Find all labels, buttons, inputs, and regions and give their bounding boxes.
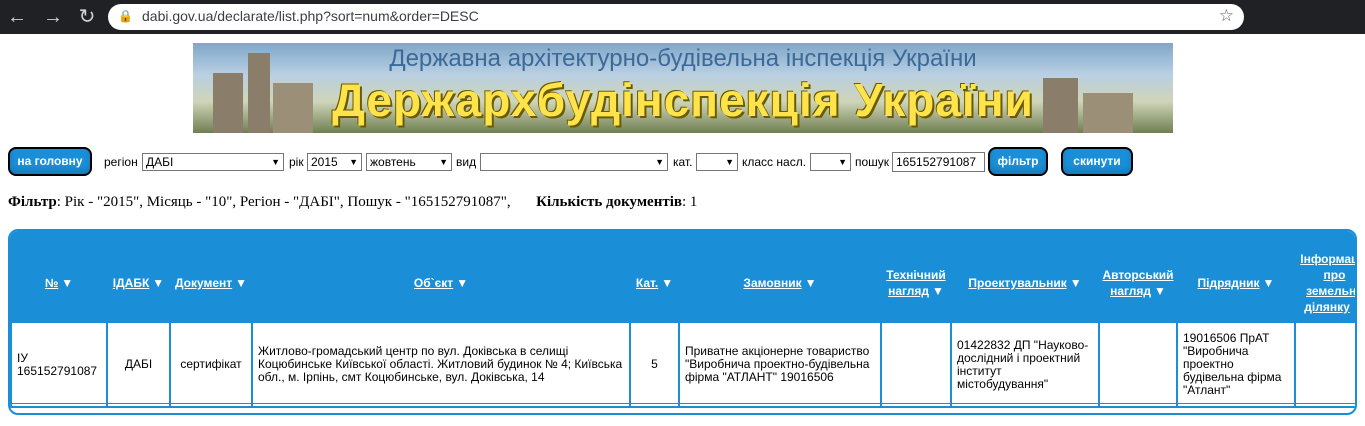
sort-arrow-icon: ▼ — [1353, 300, 1355, 314]
column-header-idabk[interactable]: ІДАБК ▼ — [108, 245, 169, 321]
table-cell-technical-supervision — [882, 323, 950, 406]
region-label: регіон — [104, 155, 138, 169]
declarations-table: № ▼ ІДАБК ▼ Документ ▼ Об`єкт ▼ Кат. ▼ Замовн… — [8, 229, 1357, 415]
browser-toolbar: ← → ↻ 🔒 dabi.gov.ua/declarate/list.php?s… — [0, 0, 1365, 34]
sort-arrow-icon: ▼ — [804, 276, 817, 290]
sort-arrow-icon: ▼ — [152, 276, 165, 290]
table-cell-customer: Приватне акціонерне товариство "Виробнич… — [680, 323, 880, 406]
filter-summary-label: Фільтр — [8, 194, 57, 210]
table-cell-designer: 01422832 ДП "Науково-дослідний і проектн… — [952, 323, 1098, 406]
sort-arrow-icon: ▼ — [1069, 276, 1082, 290]
document-count-label: Кількість документів — [536, 194, 682, 210]
column-header-object[interactable]: Об`єкт ▼ — [253, 245, 629, 321]
table-cell-object: Житлово-громадський центр по вул. Доківс… — [253, 323, 629, 406]
year-label: рік — [289, 155, 304, 169]
column-header-land-info[interactable]: Інформація про земельну ділянку▼ — [1296, 245, 1355, 321]
sort-arrow-icon: ▼ — [1153, 284, 1166, 298]
filter-summary: Фільтр: Рік - "2015", Місяць - "10", Рег… — [8, 194, 697, 211]
url-text: dabi.gov.ua/declarate/list.php?sort=num&… — [142, 8, 479, 24]
class-select[interactable]: ▼ — [810, 153, 851, 171]
document-count-value: : 1 — [681, 194, 698, 210]
forward-icon[interactable]: → — [42, 6, 64, 28]
site-banner: Державна архітектурно-будівельна інспекц… — [193, 43, 1173, 133]
bookmark-star-icon[interactable]: ☆ — [1219, 6, 1234, 26]
sort-arrow-icon: ▼ — [931, 284, 944, 298]
category-label: кат. — [673, 155, 693, 169]
sort-arrow-icon: ▼ — [456, 276, 469, 290]
column-header-contractor[interactable]: Підрядник ▼ — [1178, 245, 1294, 321]
table-cell-document: сертифікат — [171, 323, 251, 406]
table-cell-number: ІУ 165152791087 — [12, 323, 106, 406]
table-cell-contractor: 19016506 ПрАТ "Виробнича проектно будіве… — [1178, 323, 1294, 406]
table-cell-author-supervision — [1100, 323, 1176, 406]
table-cell-category: 5 — [631, 323, 678, 406]
table-grid: № ▼ ІДАБК ▼ Документ ▼ Об`єкт ▼ Кат. ▼ Замовн… — [10, 245, 1355, 408]
search-input[interactable]: 165152791087 — [892, 152, 985, 172]
back-icon[interactable]: ← — [6, 6, 28, 28]
sort-arrow-icon: ▼ — [1262, 276, 1275, 290]
column-header-document[interactable]: Документ ▼ — [171, 245, 251, 321]
region-select[interactable]: ДАБІ ▼ — [142, 153, 284, 171]
column-header-category[interactable]: Кат. ▼ — [631, 245, 678, 321]
banner-subtitle: Державна архітектурно-будівельна інспекц… — [389, 45, 977, 72]
filter-summary-text: : Рік - "2015", Місяць - "10", Регіон - … — [56, 194, 511, 210]
chevron-down-icon: ▼ — [439, 157, 448, 167]
table-cell-idabk: ДАБІ — [108, 323, 169, 406]
kind-label: вид — [456, 155, 477, 169]
year-select[interactable]: 2015 ▼ — [307, 153, 362, 171]
address-bar[interactable]: 🔒 dabi.gov.ua/declarate/list.php?sort=nu… — [108, 4, 1244, 30]
sort-arrow-icon: ▼ — [61, 276, 74, 290]
column-header-technical-supervision[interactable]: Технічний нагляд ▼ — [882, 245, 950, 321]
column-header-designer[interactable]: Проектувальник ▼ — [952, 245, 1098, 321]
column-header-customer[interactable]: Замовник ▼ — [680, 245, 880, 321]
column-header-author-supervision[interactable]: Авторський нагляд ▼ — [1100, 245, 1176, 321]
sort-arrow-icon: ▼ — [661, 276, 674, 290]
banner-title: Держархбудінспекція України — [332, 74, 1034, 126]
home-button[interactable]: на головну — [8, 147, 92, 176]
table-cell-land-info — [1296, 323, 1355, 406]
kind-select[interactable]: ▼ — [480, 153, 668, 171]
month-select[interactable]: жовтень ▼ — [366, 153, 452, 171]
chevron-down-icon: ▼ — [838, 157, 847, 167]
category-select[interactable]: ▼ — [696, 153, 738, 171]
chevron-down-icon: ▼ — [725, 157, 734, 167]
chevron-down-icon: ▼ — [349, 157, 358, 167]
filter-button[interactable]: фільтр — [988, 147, 1048, 176]
chevron-down-icon: ▼ — [655, 157, 664, 167]
search-label: пошук — [855, 155, 890, 169]
class-label: класс насл. — [742, 155, 807, 169]
sort-arrow-icon: ▼ — [235, 276, 248, 290]
filter-bar: на головну регіон ДАБІ ▼ рік 2015 ▼ жовтен… — [0, 147, 1365, 177]
lock-icon: 🔒 — [118, 9, 133, 23]
reload-icon[interactable]: ↻ — [76, 6, 98, 28]
chevron-down-icon: ▼ — [271, 157, 280, 167]
reset-button[interactable]: скинути — [1061, 147, 1133, 176]
column-header-number[interactable]: № ▼ — [12, 245, 106, 321]
